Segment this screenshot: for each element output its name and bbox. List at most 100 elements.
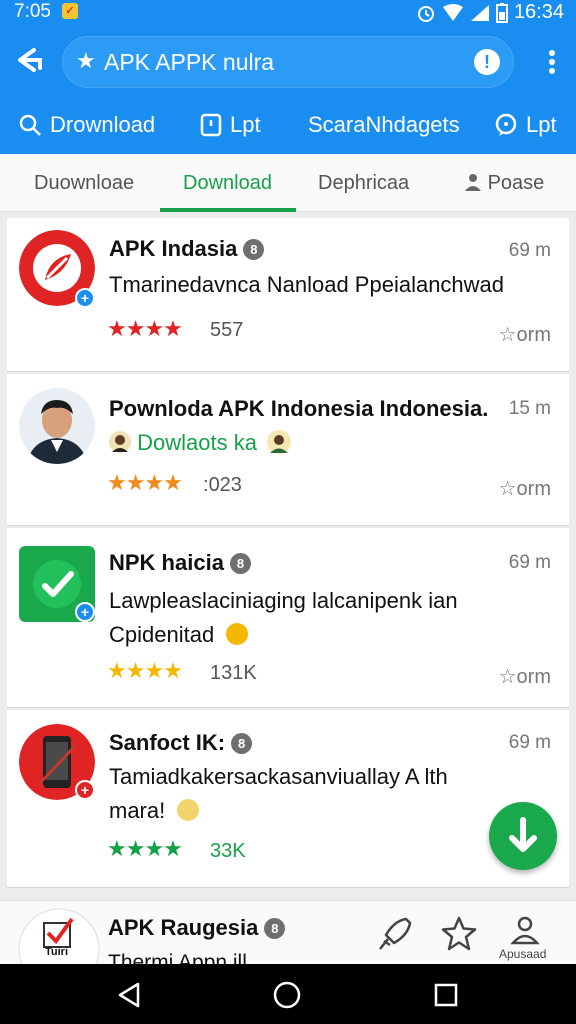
chat-icon: [495, 113, 517, 136]
verified-icon: 8: [231, 733, 253, 754]
quick-download-label: Drownload: [50, 112, 156, 137]
verified-icon: 8: [243, 239, 265, 260]
app-time: 69 m: [508, 552, 551, 573]
wifi-icon: [442, 3, 463, 21]
status-time: 7:05: [14, 1, 51, 22]
bottom-title-text: APK Raugesia: [108, 915, 259, 940]
back-icon[interactable]: [12, 44, 46, 78]
app-time: 15 m: [508, 398, 551, 419]
app-description-text: Cpidenitad: [109, 622, 215, 647]
favorite-button[interactable]: ☆orm: [499, 476, 551, 501]
tab-poase[interactable]: Poase: [464, 172, 544, 195]
tab-dephricaa[interactable]: Dephricaa: [318, 172, 409, 195]
account-label: Apusaad: [499, 947, 547, 961]
avatar-icon: [109, 431, 131, 453]
nav-recents-icon[interactable]: [434, 983, 458, 1007]
tab-poase-label: Poase: [487, 172, 545, 194]
system-nav-bar: [0, 964, 576, 1024]
app-card[interactable]: + Sanfoct IK: 8 69 m Tamiadkakersackasanv…: [7, 710, 569, 888]
quick-scara-label: ScaraNhdagets: [308, 112, 460, 137]
app-time: 69 m: [508, 240, 551, 261]
favorite-button[interactable]: ☆orm: [499, 322, 551, 347]
star-outline-icon[interactable]: [440, 915, 478, 951]
app-title: Sanfoct IK: 8: [109, 730, 253, 756]
star-outline-icon: ☆: [498, 324, 517, 346]
app-title: NPK haicia 8: [109, 550, 251, 576]
quick-scara-button[interactable]: ScaraNhdagets: [308, 112, 460, 138]
tab-active-indicator: [160, 208, 296, 212]
verified-icon: 8: [229, 553, 251, 574]
rating-stars: ★★★★: [107, 316, 183, 341]
bottom-subtitle: Thermi Appn ill: [108, 951, 247, 964]
download-arrow-icon: [509, 817, 537, 852]
app-description: Tmarinedavnca Nanload Ppeialanchwad: [109, 272, 505, 297]
app-card[interactable]: + APK Indasia 8 69 m Tmarinedavnca Nanloa…: [7, 218, 569, 372]
app-title-text: NPK haicia: [109, 550, 224, 575]
quick-lpt-button[interactable]: Lpt: [200, 112, 261, 138]
star-icon: ★: [76, 48, 96, 73]
app-description: Lawpleaslaciniaging lalcanipenk ian: [109, 588, 458, 613]
nav-back-icon[interactable]: [116, 982, 142, 1008]
favorite-label: orm: [516, 666, 551, 688]
favorite-button[interactable]: ☆orm: [499, 664, 551, 689]
rating-count-text: 023: [208, 474, 242, 496]
nav-home-icon[interactable]: [273, 981, 301, 1009]
bottom-title: APK Raugesia 8: [108, 915, 286, 941]
tab-bar: Duownloae Download Dephricaa Poase: [0, 154, 576, 212]
bottom-bar: Tuiri APK Raugesia 8 Thermi Appn ill Apus…: [0, 900, 576, 964]
app-card[interactable]: + NPK haicia 8 69 m Lawpleaslaciniaging l…: [7, 528, 569, 708]
avatar: [19, 388, 95, 464]
app-description: Tamiadkakersackasanviuallay A lth: [109, 764, 448, 789]
favorite-label: orm: [516, 324, 551, 346]
app-title: Pownloda APK Indonesia Indonesia.: [109, 396, 489, 421]
rating-stars: ★★★★: [107, 836, 183, 861]
signal-icon: [470, 4, 489, 21]
quick-actions-bar: Drownload Lpt ScaraNhdagets Lpt: [0, 100, 576, 154]
notification-icon: ✓: [62, 3, 78, 19]
tab-duownloae[interactable]: Duownloae: [34, 172, 134, 195]
app-description-line2: mara!: [109, 794, 200, 828]
star-outline-icon: ☆: [498, 478, 517, 500]
more-options-icon[interactable]: [548, 50, 556, 76]
app-card[interactable]: Pownloda APK Indonesia Indonesia. 15 m D…: [7, 374, 569, 526]
battery-icon: [495, 2, 508, 23]
star-outline-icon: ☆: [498, 666, 517, 688]
quick-download-button[interactable]: Drownload: [18, 112, 155, 138]
app-title-text: APK Indasia: [109, 236, 238, 261]
app-title-text: Sanfoct IK:: [109, 730, 226, 755]
app-time: 69 m: [508, 732, 551, 753]
rating-stars: ★★★★: [107, 470, 183, 495]
favorite-label: orm: [516, 478, 551, 500]
person-icon: [465, 174, 481, 191]
quick-lpt-label: Lpt: [230, 112, 261, 137]
rating-count: :023: [203, 474, 242, 496]
app-bar: ★ APK APPK nulra !: [0, 26, 576, 100]
clipboard-icon: [200, 113, 222, 137]
status-icons: 16:34: [416, 1, 564, 24]
rating-count: 131K: [210, 662, 257, 684]
status-clock: 16:34: [513, 1, 564, 23]
app-logo-label: Tuiri: [45, 946, 69, 958]
app-title: APK Indasia 8: [109, 236, 265, 262]
search-query: APK APPK nulra: [104, 49, 275, 75]
app-description: Dowlaots ka: [109, 426, 292, 460]
install-badge: +: [75, 288, 95, 308]
account-icon[interactable]: [510, 915, 540, 945]
app-description-text: Dowlaots ka: [137, 430, 257, 455]
app-description-line2: Cpidenitad: [109, 618, 249, 652]
emoji-icon: [177, 799, 200, 821]
status-bar: 7:05 ✓ 16:34: [0, 0, 576, 26]
verified-icon: 8: [264, 918, 286, 939]
search-input[interactable]: ★ APK APPK nulra !: [62, 36, 514, 88]
alarm-icon: [417, 5, 434, 22]
download-fab[interactable]: [489, 802, 557, 870]
tab-download[interactable]: Download: [183, 172, 272, 195]
rocket-icon[interactable]: [376, 915, 414, 953]
info-icon[interactable]: !: [474, 49, 500, 75]
quick-chat-button[interactable]: Lpt: [494, 112, 557, 138]
emoji-icon: [226, 623, 249, 645]
avatar-icon: [267, 430, 292, 454]
quick-chat-label: Lpt: [526, 112, 557, 137]
search-icon: [19, 114, 41, 136]
rating-count: 33K: [210, 840, 246, 862]
